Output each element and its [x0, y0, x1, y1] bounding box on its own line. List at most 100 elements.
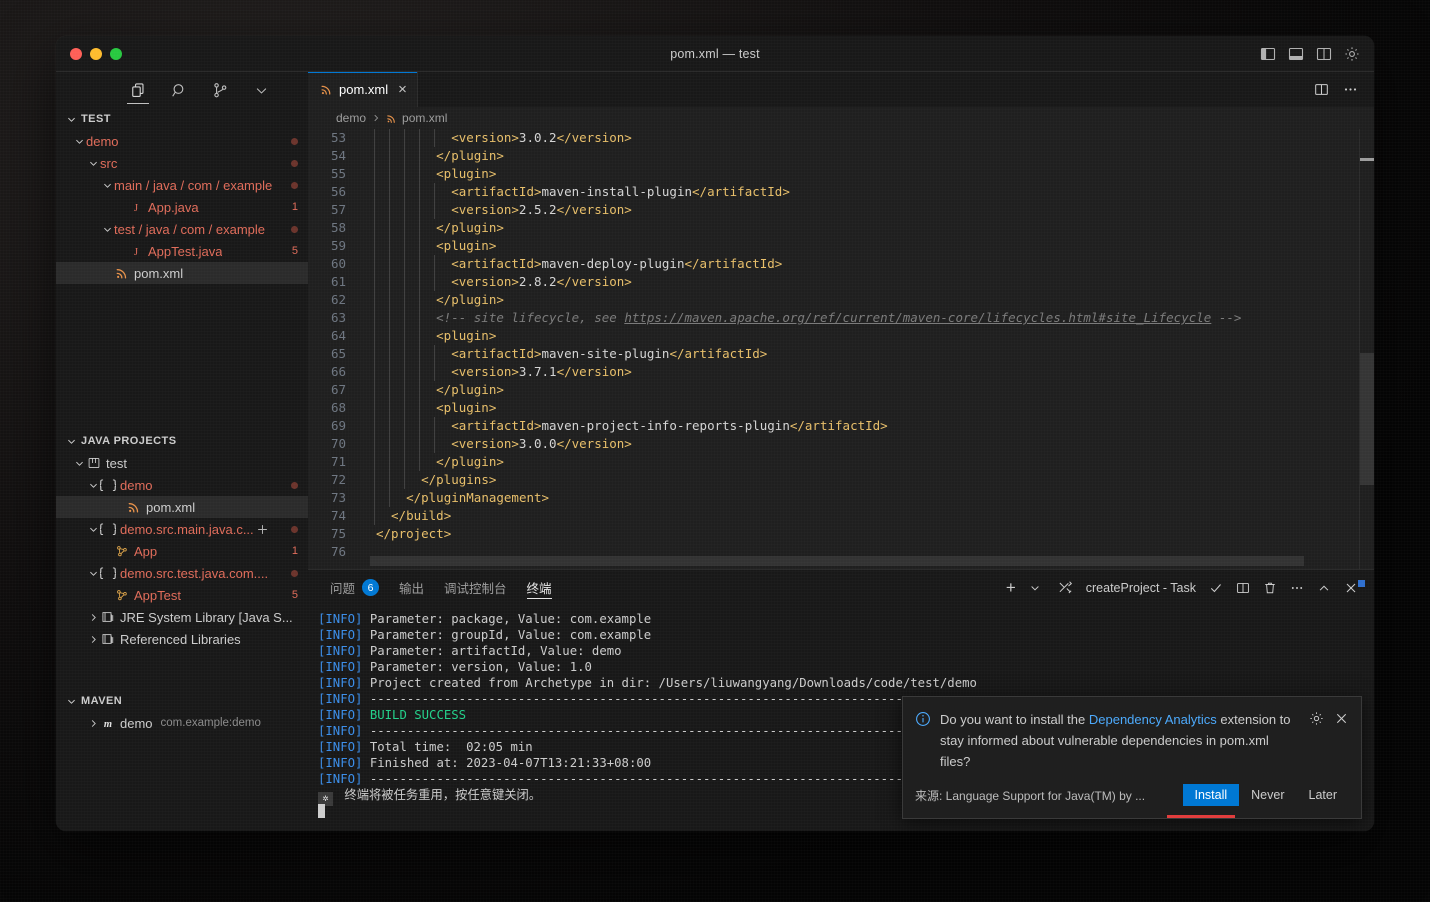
tree-item-label: App.java — [148, 199, 199, 215]
activity-explorer[interactable] — [127, 75, 149, 105]
panel-tab-label: 调试控制台 — [444, 582, 507, 596]
chevron-right-icon[interactable] — [86, 632, 100, 646]
line-content: <plugin> — [366, 165, 1374, 183]
problem-count: 1 — [291, 201, 298, 213]
panel-tab-debug-console[interactable]: 调试控制台 — [434, 570, 517, 605]
chevron-down-icon[interactable] — [86, 522, 100, 536]
line-number: 62 — [330, 292, 346, 307]
line-content: <plugin> — [366, 327, 1374, 345]
activity-bar — [56, 72, 308, 108]
tree-item-label: demo — [120, 715, 153, 731]
package-icon: { } — [100, 521, 116, 537]
explorer-tree-item-row[interactable]: pom.xml — [56, 262, 308, 284]
java-projects-tree-item-row[interactable]: Referenced Libraries — [56, 628, 308, 650]
notification-message: Do you want to install the Dependency An… — [940, 709, 1300, 772]
new-terminal-chevron-down-icon[interactable] — [1029, 582, 1041, 594]
panel-tab-output[interactable]: 输出 — [389, 570, 434, 605]
minimize-window-button[interactable] — [90, 47, 102, 60]
explorer-tree-item-row[interactable]: test / java / com / example — [56, 218, 308, 240]
more-actions-icon[interactable] — [1290, 581, 1304, 595]
notification-extension-link[interactable]: Dependency Analytics — [1089, 712, 1217, 727]
panel-tab-terminal[interactable]: 终端 — [517, 570, 562, 605]
never-button[interactable]: Never — [1239, 784, 1296, 806]
breadcrumb-item-file[interactable]: pom.xml — [402, 111, 447, 125]
chevron-down-icon[interactable] — [86, 156, 100, 170]
notification-text-1: Do you want to install the — [940, 712, 1089, 727]
activity-source-control[interactable] — [209, 75, 231, 105]
more-actions-icon[interactable] — [1343, 82, 1358, 97]
svg-text:{ }: { } — [100, 522, 116, 536]
explorer-tree-item-row[interactable]: main / java / com / example — [56, 174, 308, 196]
line-number: 66 — [330, 364, 346, 379]
new-terminal-button[interactable]: + — [1006, 579, 1016, 596]
chevron-down-icon[interactable] — [72, 456, 86, 470]
close-panel-icon[interactable] — [1344, 581, 1358, 595]
chevron-down-icon[interactable] — [100, 178, 114, 192]
minimap-divider — [1359, 129, 1360, 569]
tab-close-icon[interactable]: × — [398, 82, 407, 97]
java-projects-tree-item-row[interactable]: { } demo — [56, 474, 308, 496]
modified-dot — [291, 569, 298, 577]
java-projects-tree-item-row[interactable]: pom.xml — [56, 496, 308, 518]
java-icon: J — [128, 243, 144, 259]
split-terminal-icon[interactable] — [1236, 581, 1250, 595]
explorer-tree-item-row[interactable]: J App.java 1 — [56, 196, 308, 218]
svg-text:{ }: { } — [100, 478, 116, 492]
explorer-section-header[interactable]: TEST — [56, 108, 308, 130]
activity-more-chevron-down-icon[interactable] — [250, 75, 272, 105]
explorer-tree-item-row[interactable]: J AppTest.java 5 — [56, 240, 308, 262]
toggle-panel-icon[interactable] — [1288, 46, 1304, 62]
editor-horizontal-scrollbar-thumb[interactable] — [370, 556, 1304, 566]
code-viewport[interactable]: 53 <version>3.0.2</version> 54 </plugin> 55 <… — [308, 129, 1374, 569]
panel-tab-problems[interactable]: 问题 6 — [320, 570, 389, 605]
line-content: </build> — [366, 507, 1374, 525]
close-icon[interactable] — [1334, 711, 1349, 726]
trash-icon[interactable] — [1263, 581, 1277, 595]
chevron-right-icon[interactable] — [86, 610, 100, 624]
java-projects-tree-item-row[interactable]: JRE System Library [Java S... — [56, 606, 308, 628]
chevron-down-icon[interactable] — [100, 222, 114, 236]
terminal-name[interactable]: createProject - Task — [1086, 581, 1196, 595]
code-line: 69 <artifactId>maven-project-info-reports… — [308, 417, 1374, 435]
tab-pom-xml[interactable]: pom.xml × — [308, 72, 418, 107]
java-projects-tree-item-row[interactable]: { } demo.src.test.java.com.... — [56, 562, 308, 584]
activity-search[interactable] — [168, 75, 190, 105]
java-projects-section-header[interactable]: JAVA PROJECTS — [56, 430, 308, 452]
java-projects-tree-item-row[interactable]: AppTest 5 — [56, 584, 308, 606]
maven-section-header[interactable]: MAVEN — [56, 690, 308, 712]
zoom-window-button[interactable] — [110, 47, 122, 60]
explorer-tree-item-row[interactable]: demo — [56, 130, 308, 152]
toggle-primary-sidebar-icon[interactable] — [1260, 46, 1276, 62]
later-button[interactable]: Later — [1297, 784, 1350, 806]
line-content: </plugin> — [366, 219, 1374, 237]
chevron-down-icon[interactable] — [86, 566, 100, 580]
line-content: <version>3.0.0</version> — [366, 435, 1374, 453]
java-projects-tree-item-row[interactable]: test — [56, 452, 308, 474]
code-line: 71 </plugin> — [308, 453, 1374, 471]
window-title: pom.xml — test — [670, 46, 760, 61]
install-button[interactable]: Install — [1182, 784, 1240, 806]
problem-count: 1 — [291, 545, 298, 557]
chevron-down-icon[interactable] — [86, 478, 100, 492]
xml-icon — [386, 113, 397, 124]
chevron-down-icon[interactable] — [72, 134, 86, 148]
explorer-tree-item-row[interactable]: src — [56, 152, 308, 174]
maven-tree-item-row[interactable]: m demo com.example:demo — [56, 712, 308, 734]
line-content: <version>2.5.2</version> — [366, 201, 1374, 219]
breadcrumb-item-folder[interactable]: demo — [336, 111, 366, 125]
editor-vertical-scrollbar-thumb[interactable] — [1360, 353, 1374, 485]
terminal-line: [INFO] Parameter: artifactId, Value: dem… — [318, 644, 622, 658]
tree-item-label: src — [100, 155, 118, 171]
java-projects-tree-item-row[interactable]: { } demo.src.main.java.c... — [56, 518, 308, 540]
split-editor-icon[interactable] — [1314, 82, 1329, 97]
toggle-secondary-sidebar-icon[interactable] — [1316, 46, 1332, 62]
gear-icon[interactable] — [1309, 711, 1324, 726]
java-projects-tree-item-row[interactable]: App 1 — [56, 540, 308, 562]
tree-item-label: AppTest.java — [148, 243, 223, 259]
customize-layout-gear-icon[interactable] — [1344, 46, 1360, 62]
code-line: 64 <plugin> — [308, 327, 1374, 345]
sidebar-scroll-area[interactable]: TEST demo src main / java / com / example J… — [56, 108, 308, 831]
chevron-right-icon[interactable] — [86, 716, 100, 730]
maximize-panel-chevron-up-icon[interactable] — [1317, 581, 1331, 595]
close-window-button[interactable] — [70, 47, 82, 60]
